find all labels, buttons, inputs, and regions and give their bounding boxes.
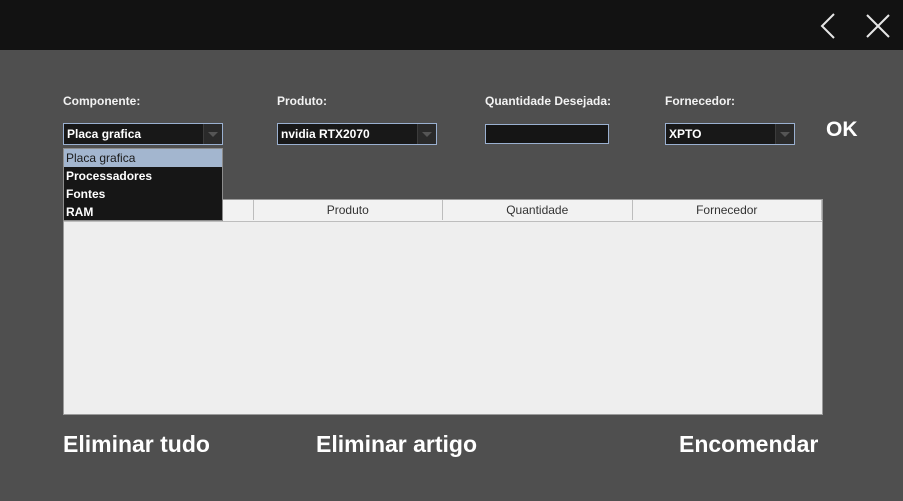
close-button[interactable] <box>862 10 894 42</box>
fornecedor-label: Fornecedor: <box>665 94 736 108</box>
componente-combo[interactable]: Placa grafica <box>63 123 223 145</box>
produto-combo[interactable]: nvidia RTX2070 <box>277 123 437 145</box>
ok-button[interactable]: OK <box>826 118 858 142</box>
column-header-fornecedor[interactable]: Fornecedor <box>633 200 822 220</box>
produto-label: Produto: <box>277 94 327 108</box>
close-icon <box>866 14 890 38</box>
column-header-quantidade[interactable]: Quantidade <box>443 200 633 220</box>
column-header-produto[interactable]: Produto <box>254 200 443 220</box>
back-button[interactable] <box>813 10 845 42</box>
componente-label: Componente: <box>63 94 141 108</box>
fornecedor-combo-value: XPTO <box>669 127 702 141</box>
chevron-down-icon[interactable] <box>775 124 794 144</box>
eliminar-artigo-button[interactable]: Eliminar artigo <box>316 431 477 458</box>
produto-combo-value: nvidia RTX2070 <box>281 127 370 141</box>
dropdown-item-processadores[interactable]: Processadores <box>64 167 222 185</box>
quantidade-label: Quantidade Desejada: <box>485 94 612 108</box>
order-table[interactable]: Produto Quantidade Fornecedor <box>63 199 823 415</box>
encomendar-button[interactable]: Encomendar <box>679 431 818 458</box>
title-bar <box>0 0 903 50</box>
componente-combo-value: Placa grafica <box>67 127 142 141</box>
dropdown-item-fontes[interactable]: Fontes <box>64 185 222 203</box>
chevron-down-icon[interactable] <box>417 124 436 144</box>
chevron-left-icon <box>820 13 835 39</box>
dropdown-item-ram[interactable]: RAM <box>64 203 222 221</box>
dropdown-item-placa-grafica[interactable]: Placa grafica <box>64 149 222 167</box>
eliminar-tudo-button[interactable]: Eliminar tudo <box>63 431 210 458</box>
quantidade-input[interactable] <box>485 124 609 144</box>
fornecedor-combo[interactable]: XPTO <box>665 123 795 145</box>
componente-dropdown-list[interactable]: Placa grafica Processadores Fontes RAM <box>63 148 223 221</box>
chevron-down-icon[interactable] <box>203 124 222 144</box>
